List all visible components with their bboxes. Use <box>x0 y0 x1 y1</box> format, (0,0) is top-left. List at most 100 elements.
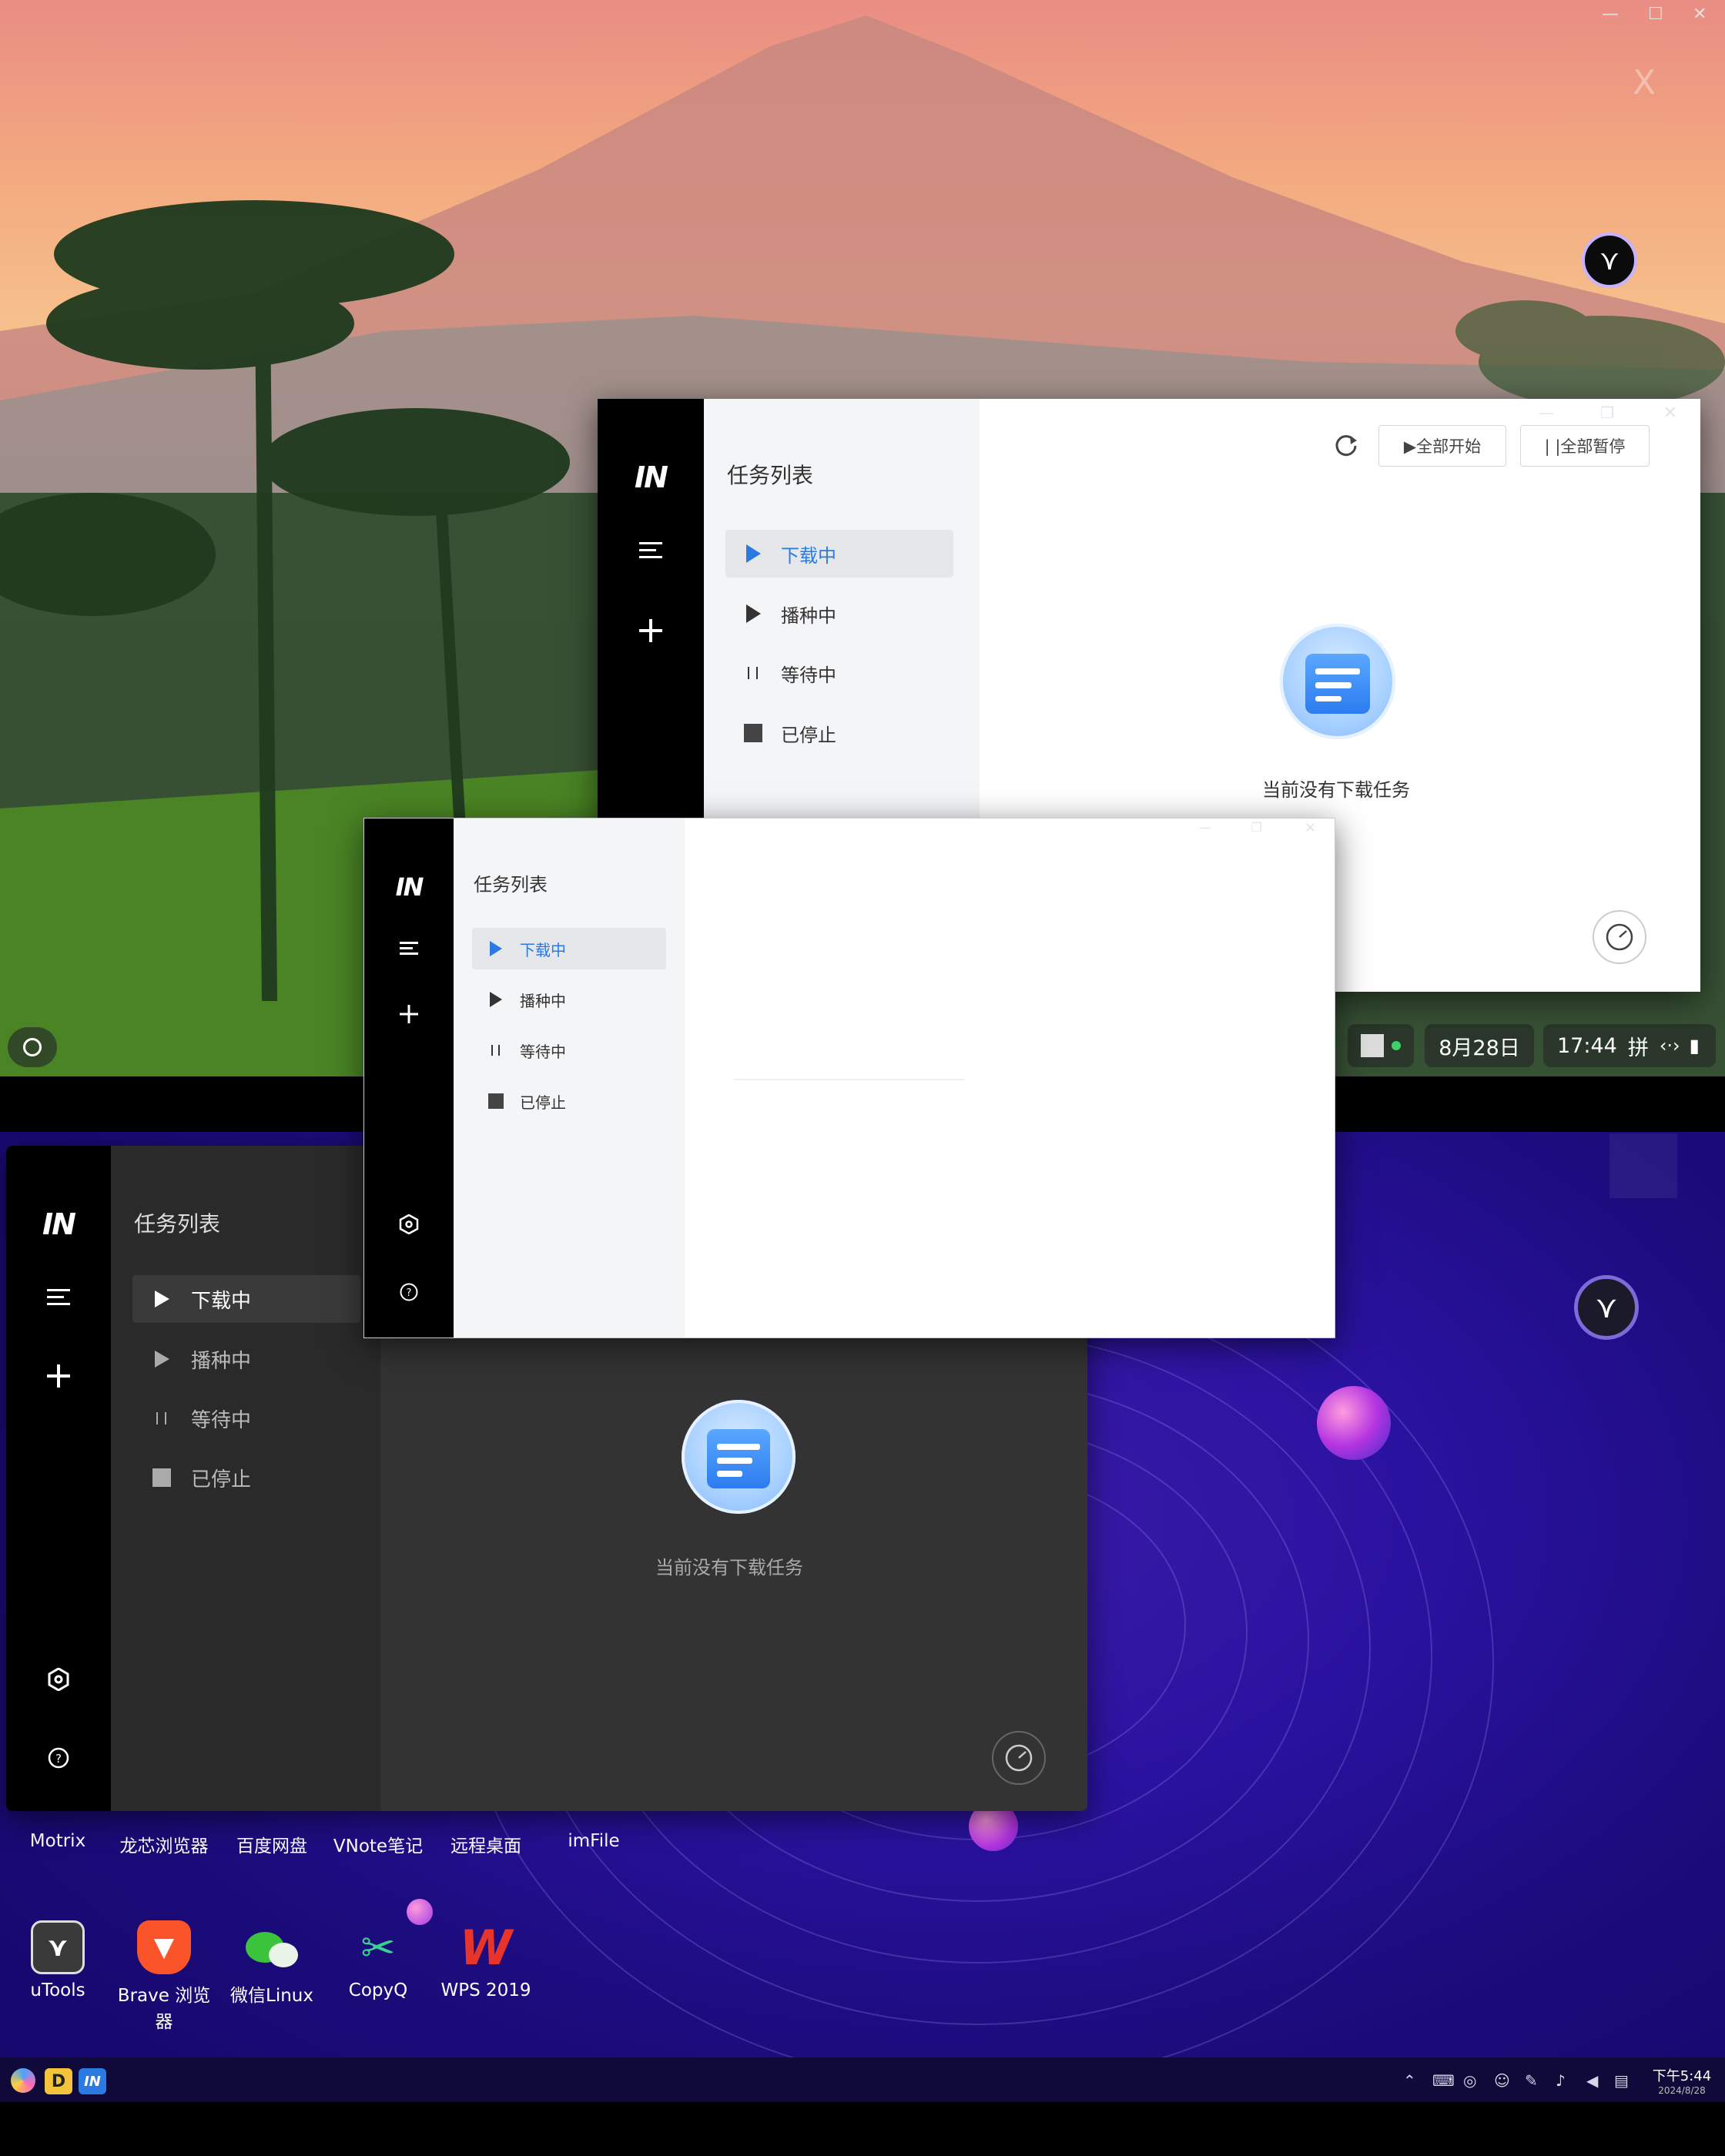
icon-label: 微信Linux <box>230 1986 313 2006</box>
wechat-icon <box>245 1920 299 1974</box>
date-pill[interactable]: 8月28日 <box>1425 1024 1534 1067</box>
ghost-close-icon[interactable]: ✕ <box>1305 820 1316 836</box>
refresh-icon[interactable] <box>1331 430 1362 460</box>
svg-text:?: ? <box>407 1287 412 1299</box>
start-all-button[interactable]: ▶全部开始 <box>1378 425 1506 467</box>
wps-w-icon: W <box>459 1919 513 1976</box>
tray-bell-icon[interactable]: ♪ <box>1556 2071 1566 2090</box>
taskbar-imfile-icon[interactable]: IN <box>79 2068 106 2094</box>
ghost-restore-icon[interactable]: ❐ <box>1251 820 1262 835</box>
desktop-icon-utools[interactable]: ⋎ uTools <box>8 1920 108 2000</box>
nav-stopped[interactable]: 已停止 <box>725 709 953 757</box>
desktop-icon-wechat[interactable]: 微信Linux <box>222 1920 322 2007</box>
sidebar-rail: IN ? <box>364 819 454 1337</box>
plus-icon[interactable] <box>598 619 704 642</box>
nav-stopped[interactable]: 已停止 <box>472 1080 666 1122</box>
tray-storage-icon[interactable]: ▤ <box>1614 2071 1629 2090</box>
speedometer-icon[interactable] <box>992 1731 1046 1785</box>
clock-time: 17:44 <box>1557 1033 1617 1058</box>
tray-pill[interactable] <box>1348 1024 1414 1067</box>
desktop-icon-remote-desktop[interactable]: 远程桌面 <box>436 1831 536 1857</box>
stop-icon <box>472 1093 520 1110</box>
tray-expand-icon[interactable]: ⌃ <box>1403 2071 1416 2090</box>
nav-label: 等待中 <box>520 1042 566 1061</box>
battery-icon: ▮ <box>1689 1035 1700 1056</box>
settings-icon[interactable] <box>6 1668 111 1691</box>
tray-pen-icon[interactable]: ✎ <box>1525 2071 1538 2090</box>
minimize-icon[interactable]: — <box>1602 5 1619 24</box>
tray-keyboard-icon[interactable]: ⌨ <box>1432 2071 1455 2090</box>
ghost-panel <box>1609 1133 1677 1198</box>
plus-icon[interactable] <box>6 1364 111 1388</box>
desktop-icon-imfile[interactable]: imFile <box>544 1831 644 1851</box>
nav-waiting[interactable]: 等待中 <box>725 649 953 697</box>
ghost-minimize-icon[interactable]: — <box>1199 820 1211 835</box>
menu-icon[interactable] <box>6 1287 111 1307</box>
menu-icon[interactable] <box>598 541 704 561</box>
launcher-button[interactable] <box>8 1027 57 1067</box>
ghost-close-icon: X <box>1633 63 1656 102</box>
nav-seeding[interactable]: 播种中 <box>132 1335 360 1383</box>
taskbar-d-icon[interactable]: D <box>45 2068 72 2094</box>
maximize-icon[interactable]: ☐ <box>1648 5 1663 24</box>
time-pill[interactable]: 17:44 拼 ‹·› ▮ <box>1543 1024 1716 1067</box>
ime-indicator: 拼 <box>1627 1036 1649 1060</box>
tray-clock[interactable]: 下午5:44 2024/8/28 <box>1645 2065 1719 2096</box>
nav-stopped[interactable]: 已停止 <box>132 1454 360 1502</box>
app-logo: IN <box>395 872 424 902</box>
task-list-panel: 任务列表 下载中 播种中 等待中 已停止 <box>454 819 685 1337</box>
nav-label: 下载中 <box>781 544 836 567</box>
tray-user-icon[interactable]: ☺ <box>1494 2071 1510 2090</box>
utools-float-icon[interactable]: ⋎ <box>1574 1275 1639 1340</box>
close-icon[interactable]: ✕ <box>1693 5 1707 24</box>
utools-icon: ⋎ <box>31 1920 85 1974</box>
settings-icon[interactable] <box>364 1214 454 1234</box>
nav-downloading[interactable]: 下载中 <box>472 928 666 969</box>
icon-label: Motrix <box>29 1831 86 1851</box>
pause-icon <box>725 664 781 682</box>
ghost-restore-icon[interactable]: ❐ <box>1600 403 1614 422</box>
utools-float-icon[interactable]: ⋎ <box>1582 233 1637 288</box>
empty-message: 当前没有下载任务 <box>655 1557 803 1578</box>
help-icon[interactable]: ? <box>364 1282 454 1302</box>
nav-downloading[interactable]: 下载中 <box>725 530 953 578</box>
stop-icon <box>132 1468 191 1488</box>
ghost-minimize-icon[interactable]: — <box>1539 403 1554 422</box>
nav-seeding[interactable]: 播种中 <box>472 979 666 1020</box>
tray-media-icon[interactable]: ◎ <box>1463 2071 1476 2090</box>
desktop-icon-copyq[interactable]: ✂ CopyQ <box>328 1920 428 2001</box>
pause-all-button[interactable]: | |全部暂停 <box>1520 425 1650 467</box>
nav-downloading[interactable]: 下载中 <box>132 1275 360 1323</box>
divider <box>734 1079 965 1080</box>
desktop-icon-wps[interactable]: W WPS 2019 <box>436 1919 536 2001</box>
stop-icon <box>725 723 781 743</box>
plus-icon[interactable] <box>364 1005 454 1023</box>
planet-decoration <box>1317 1386 1391 1460</box>
brave-lion-icon: ▼ <box>137 1920 191 1974</box>
pause-icon <box>472 1043 520 1058</box>
nav-waiting[interactable]: 等待中 <box>132 1394 360 1442</box>
desktop-icon-motrix[interactable]: Motrix <box>8 1831 108 1851</box>
nav-waiting[interactable]: 等待中 <box>472 1029 666 1071</box>
start-menu-icon[interactable] <box>11 2068 35 2093</box>
help-icon[interactable]: ? <box>6 1746 111 1769</box>
icon-label: WPS 2019 <box>440 1980 531 2000</box>
icon-label: 龙芯浏览器 <box>119 1836 209 1856</box>
desktop-icon-vnote[interactable]: VNote笔记 <box>328 1831 428 1857</box>
ghost-close-icon[interactable]: ✕ <box>1663 403 1677 423</box>
window-icon <box>1361 1034 1384 1057</box>
icon-label: 百度网盘 <box>236 1836 307 1856</box>
icon-label: Brave 浏览器 <box>117 1986 211 2032</box>
nav-seeding[interactable]: 播种中 <box>725 590 953 638</box>
tray-volume-icon[interactable]: ◀ <box>1586 2071 1598 2090</box>
nav-label: 下载中 <box>520 940 566 959</box>
nav-label: 等待中 <box>191 1408 252 1432</box>
app-logo: IN <box>635 460 668 494</box>
copyq-scissors-icon: ✂ <box>360 1923 396 1972</box>
menu-icon[interactable] <box>364 940 454 957</box>
speedometer-icon[interactable] <box>1593 910 1646 964</box>
desktop-icon-brave[interactable]: ▼ Brave 浏览器 <box>114 1920 214 2033</box>
imfile-window-front: IN ? 任务列表 下载中 播种中 等待中 已停止 — ❐ ✕ <box>363 818 1335 1338</box>
desktop-icon-loongson-browser[interactable]: 龙芯浏览器 <box>114 1831 214 1857</box>
desktop-icon-baidu-netdisk[interactable]: 百度网盘 <box>222 1831 322 1857</box>
